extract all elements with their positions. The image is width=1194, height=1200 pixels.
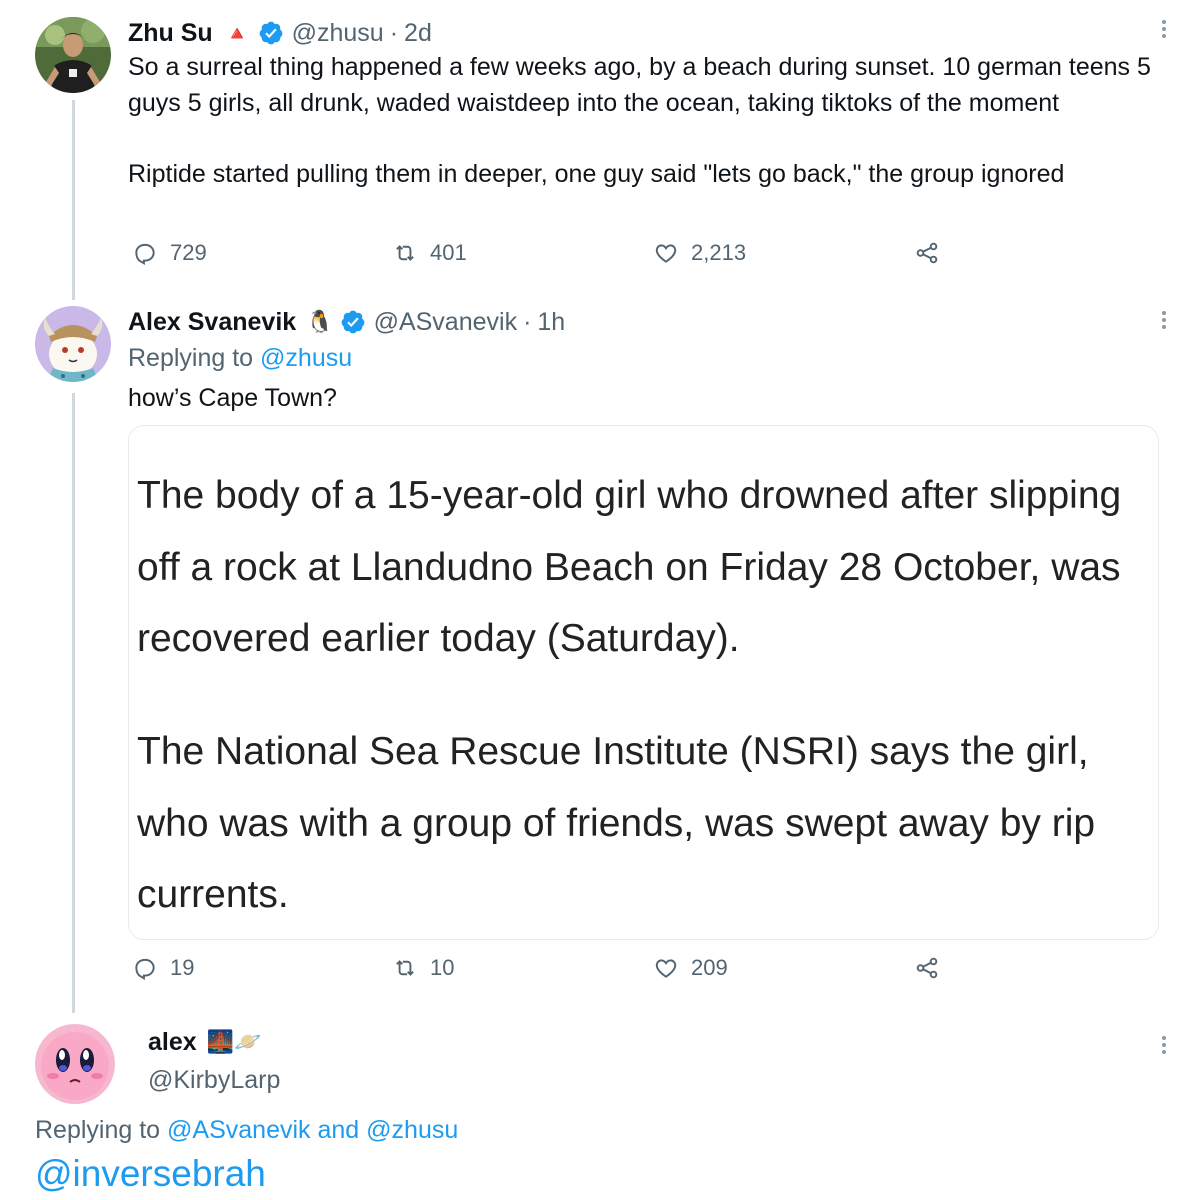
retweet-count: 401 [430, 240, 467, 265]
verified-icon [259, 21, 282, 45]
share-icon [916, 242, 938, 264]
verified-icon [341, 310, 364, 334]
reply-icon [135, 958, 155, 981]
quote-paragraph-2: The National Sea Rescue Institute (NSRI)… [137, 730, 1106, 916]
reply-count: 729 [170, 240, 207, 265]
tweet-header: Zhu Su 🔺 @zhusu · 2d [128, 17, 432, 49]
avatar[interactable] [35, 306, 111, 382]
reply-button[interactable]: 19 [132, 955, 194, 981]
reply-button[interactable]: 729 [132, 240, 207, 266]
timestamp[interactable]: 1h [537, 308, 565, 337]
more-icon[interactable] [1160, 1036, 1168, 1057]
display-name[interactable]: alex [148, 1028, 197, 1057]
avatar[interactable] [35, 17, 111, 93]
handle[interactable]: @zhusu [292, 19, 384, 48]
like-count: 2,213 [691, 240, 747, 265]
like-icon [655, 244, 677, 263]
retweet-count: 10 [430, 955, 455, 980]
more-icon[interactable] [1160, 20, 1168, 41]
display-name[interactable]: Zhu Su [128, 19, 213, 48]
more-icon[interactable] [1160, 311, 1168, 332]
share-button[interactable] [914, 955, 952, 981]
name-emoji: 🔺 [224, 22, 250, 45]
retweet-button[interactable]: 401 [392, 240, 467, 266]
like-button[interactable]: 2,213 [653, 240, 746, 266]
name-emoji: 🌉🪐 [206, 1029, 262, 1054]
avatar[interactable] [35, 1024, 115, 1104]
quote-paragraph-1: The body of a 15-year-old girl who drown… [137, 474, 1133, 660]
thread-line [72, 100, 75, 300]
tweet-header: alex 🌉🪐 [148, 1026, 261, 1058]
share-icon [916, 957, 938, 979]
reply-count: 19 [170, 955, 195, 980]
timestamp[interactable]: 2d [404, 19, 432, 48]
thread-line [72, 393, 75, 1013]
replying-to-link[interactable]: @ASvanevik [167, 1116, 311, 1144]
like-icon [655, 959, 677, 978]
tweet-header: Alex Svanevik 🐧 @ASvanevik · 1h [128, 306, 565, 338]
replying-to-label: Replying to [128, 344, 254, 372]
retweet-icon [396, 245, 414, 261]
quote-image-card[interactable]: The body of a 15-year-old girl who drown… [128, 425, 1159, 940]
replying-to-link[interactable]: @zhusu [366, 1116, 458, 1144]
tweet-text-mention[interactable]: @inversebrah [35, 1152, 266, 1196]
handle[interactable]: @KirbyLarp [148, 1066, 280, 1095]
replying-to: Replying to @ASvanevik and @zhusu [35, 1116, 458, 1145]
replying-to-link[interactable]: @zhusu [260, 344, 352, 372]
name-emoji: 🐧 [306, 309, 334, 334]
replying-to-and: and [317, 1116, 360, 1144]
retweet-button[interactable]: 10 [392, 955, 454, 981]
separator: · [523, 307, 532, 336]
handle[interactable]: @ASvanevik [374, 308, 518, 337]
tweet-text: So a surreal thing happened a few weeks … [128, 53, 1151, 188]
like-button[interactable]: 209 [653, 955, 728, 981]
reply-icon [135, 243, 155, 266]
tweet-text: how’s Cape Town? [128, 384, 337, 412]
like-count: 209 [691, 955, 728, 980]
replying-to-label: Replying to [35, 1116, 161, 1144]
retweet-icon [396, 960, 414, 976]
share-button[interactable] [914, 240, 952, 266]
replying-to: Replying to @zhusu [128, 344, 352, 373]
separator: · [389, 18, 399, 47]
display-name[interactable]: Alex Svanevik [128, 308, 296, 337]
